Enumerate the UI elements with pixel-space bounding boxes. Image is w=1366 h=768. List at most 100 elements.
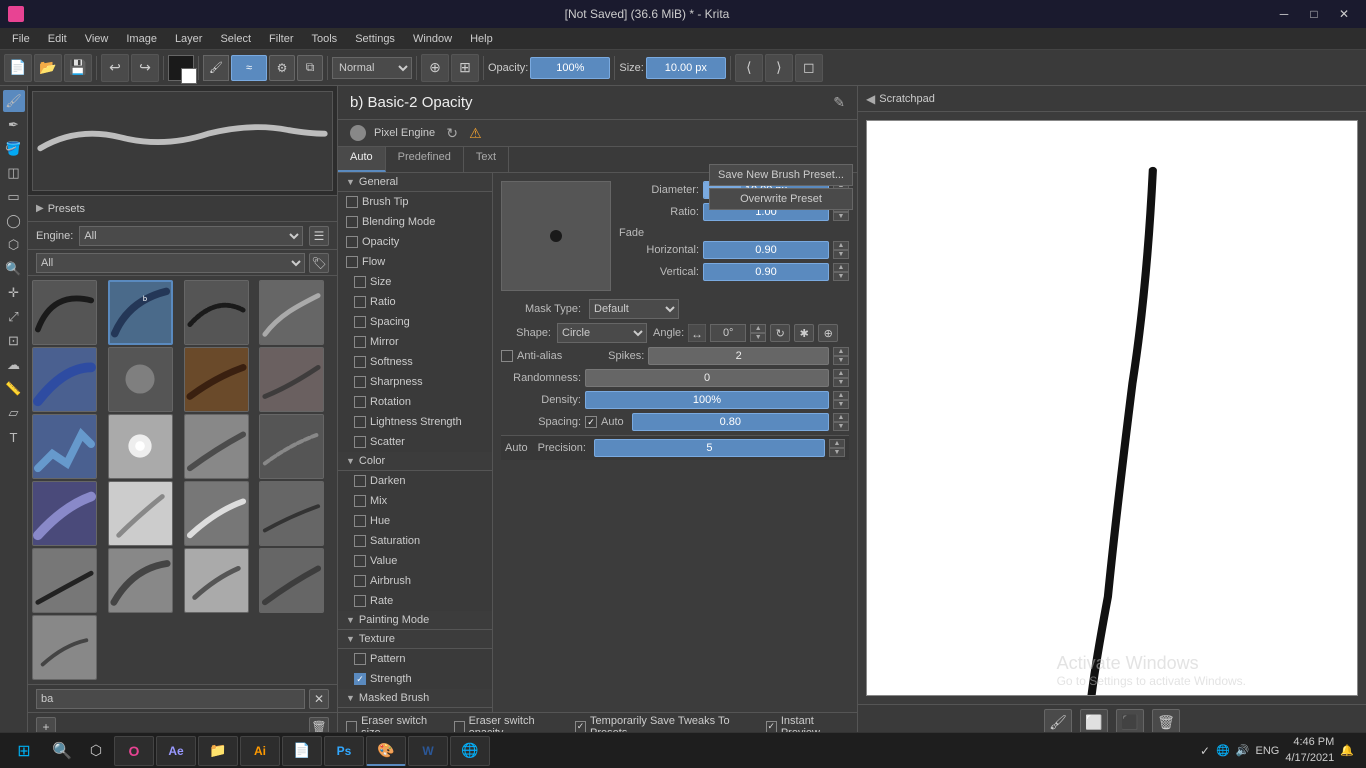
tool-text[interactable]: T	[3, 426, 25, 448]
tool-paint[interactable]: 🖌	[3, 90, 25, 112]
blend-mode-select[interactable]: Normal	[332, 57, 412, 79]
spikes-up-btn[interactable]: ▲	[833, 347, 849, 356]
brush-icon[interactable]: 🖌	[203, 55, 229, 81]
taskbar-search-btn[interactable]: 🔍	[46, 736, 78, 766]
menu-tools[interactable]: Tools	[304, 31, 346, 47]
eraser-size-checkbox[interactable]	[346, 721, 357, 733]
shape-select[interactable]: Circle	[557, 323, 647, 343]
precision-up-btn[interactable]: ▲	[829, 439, 845, 448]
temp-save-checkbox[interactable]: ✓	[575, 721, 586, 733]
item-sharpness[interactable]: Sharpness	[338, 372, 492, 392]
close-button[interactable]: ✕	[1330, 4, 1358, 24]
item-darken[interactable]: Darken	[338, 471, 492, 491]
engine-select[interactable]: All	[79, 226, 303, 246]
opacity-bar[interactable]: 100%	[530, 57, 610, 79]
angle-input[interactable]: 0°	[710, 324, 746, 342]
size-bar[interactable]: 10.00 px	[646, 57, 726, 79]
menu-layer[interactable]: Layer	[167, 31, 211, 47]
menu-file[interactable]: File	[4, 31, 38, 47]
taskbar-krita[interactable]: 🎨	[366, 736, 406, 766]
randomness-up-btn[interactable]: ▲	[833, 369, 849, 378]
scratchpad-collapse-btn[interactable]: ◀	[866, 92, 875, 106]
prev-btn[interactable]: ⟨	[735, 54, 763, 82]
item-hue[interactable]: Hue	[338, 511, 492, 531]
tool-zoom[interactable]: 🔍	[3, 258, 25, 280]
brush-preset-14[interactable]	[108, 481, 173, 546]
open-btn[interactable]: 📂	[34, 54, 62, 82]
menu-help[interactable]: Help	[462, 31, 501, 47]
horizontal-spinbox[interactable]: ▲ ▼	[833, 241, 849, 259]
tool-select-rect[interactable]: ▭	[3, 186, 25, 208]
extra-btn1[interactable]: ◻	[795, 54, 823, 82]
start-button[interactable]: ⊞	[4, 736, 44, 766]
list-view-btn[interactable]: ☰	[309, 226, 329, 246]
tool-calligraphy[interactable]: ✒	[3, 114, 25, 136]
taskbar-after-effects[interactable]: Ae	[156, 736, 196, 766]
menu-view[interactable]: View	[77, 31, 117, 47]
brush-preset-5[interactable]	[32, 347, 97, 412]
item-ratio[interactable]: Ratio	[338, 292, 492, 312]
section-color[interactable]: ▼ Color	[338, 452, 492, 471]
horizontal-slider[interactable]: 0.90	[703, 241, 829, 259]
tool-smudge[interactable]: ☁	[3, 354, 25, 376]
tab-text[interactable]: Text	[464, 147, 509, 172]
tab-auto[interactable]: Auto	[338, 147, 386, 172]
brush-preset-16[interactable]	[259, 481, 324, 546]
save-btn[interactable]: 💾	[64, 54, 92, 82]
section-general[interactable]: ▼ General	[338, 173, 492, 192]
brush-preset-12[interactable]	[259, 414, 324, 479]
spikes-down-btn[interactable]: ▼	[833, 356, 849, 365]
taskbar-file[interactable]: 📄	[282, 736, 322, 766]
vertical-up-btn[interactable]: ▲	[833, 263, 849, 272]
brush-preset-10[interactable]	[108, 414, 173, 479]
tool-select-poly[interactable]: ⬡	[3, 234, 25, 256]
snap-btn[interactable]: ⊕	[421, 54, 449, 82]
tab-predefined[interactable]: Predefined	[386, 147, 464, 172]
item-value[interactable]: Value	[338, 551, 492, 571]
taskbar-illustrator[interactable]: Ai	[240, 736, 280, 766]
section-painting-mode[interactable]: ▼ Painting Mode	[338, 611, 492, 630]
item-strength[interactable]: ✓ Strength	[338, 669, 492, 689]
overwrite-preset-btn[interactable]: Overwrite Preset	[709, 188, 853, 210]
tag-select[interactable]: All	[36, 253, 305, 273]
spacing-up-btn[interactable]: ▲	[833, 413, 849, 422]
horizontal-down-btn[interactable]: ▼	[833, 250, 849, 259]
angle-down-btn[interactable]: ▼	[750, 333, 766, 342]
brush-preset-13[interactable]	[32, 481, 97, 546]
precision-down-btn[interactable]: ▼	[829, 448, 845, 457]
brush-preset-11[interactable]	[184, 414, 249, 479]
taskbar-opera[interactable]: O	[114, 736, 154, 766]
spacing-spinbox[interactable]: ▲ ▼	[833, 413, 849, 431]
taskbar-file-manager[interactable]: 📁	[198, 736, 238, 766]
horizontal-up-btn[interactable]: ▲	[833, 241, 849, 250]
tool-fill[interactable]: 🪣	[3, 138, 25, 160]
vertical-down-btn[interactable]: ▼	[833, 272, 849, 281]
eraser-opacity-checkbox[interactable]	[454, 721, 465, 733]
taskbar-photoshop[interactable]: Ps	[324, 736, 364, 766]
new-btn[interactable]: 📄	[4, 54, 32, 82]
taskbar-network-icon[interactable]: 🌐	[1216, 744, 1230, 757]
spacing-slider[interactable]: 0.80	[632, 413, 829, 431]
angle-up-btn[interactable]: ▲	[750, 324, 766, 333]
brush-preset-18[interactable]	[108, 548, 173, 613]
brush-preset-9[interactable]	[32, 414, 97, 479]
item-size[interactable]: Size	[338, 272, 492, 292]
item-airbrush[interactable]: Airbrush	[338, 571, 492, 591]
spikes-spinbox[interactable]: ▲ ▼	[833, 347, 849, 365]
menu-filter[interactable]: Filter	[261, 31, 301, 47]
scratchpad-canvas[interactable]	[866, 120, 1358, 696]
instant-preview-checkbox[interactable]: ✓	[766, 721, 777, 733]
tool-gradient[interactable]: ◫	[3, 162, 25, 184]
item-softness[interactable]: Softness	[338, 352, 492, 372]
item-mirror[interactable]: Mirror	[338, 332, 492, 352]
angle-spinbox[interactable]: ▲ ▼	[750, 324, 766, 342]
anti-alias-checkbox[interactable]	[501, 350, 513, 362]
tool-transform[interactable]: ⤢	[3, 306, 25, 328]
taskbar-word[interactable]: W	[408, 736, 448, 766]
brush-preset-7[interactable]	[184, 347, 249, 412]
item-brush-tip[interactable]: Brush Tip	[338, 192, 492, 212]
section-masked-brush[interactable]: ▼ Masked Brush	[338, 689, 492, 708]
precision-spinbox[interactable]: ▲ ▼	[829, 439, 845, 457]
precision-slider[interactable]: 5	[594, 439, 825, 457]
menu-select[interactable]: Select	[212, 31, 259, 47]
